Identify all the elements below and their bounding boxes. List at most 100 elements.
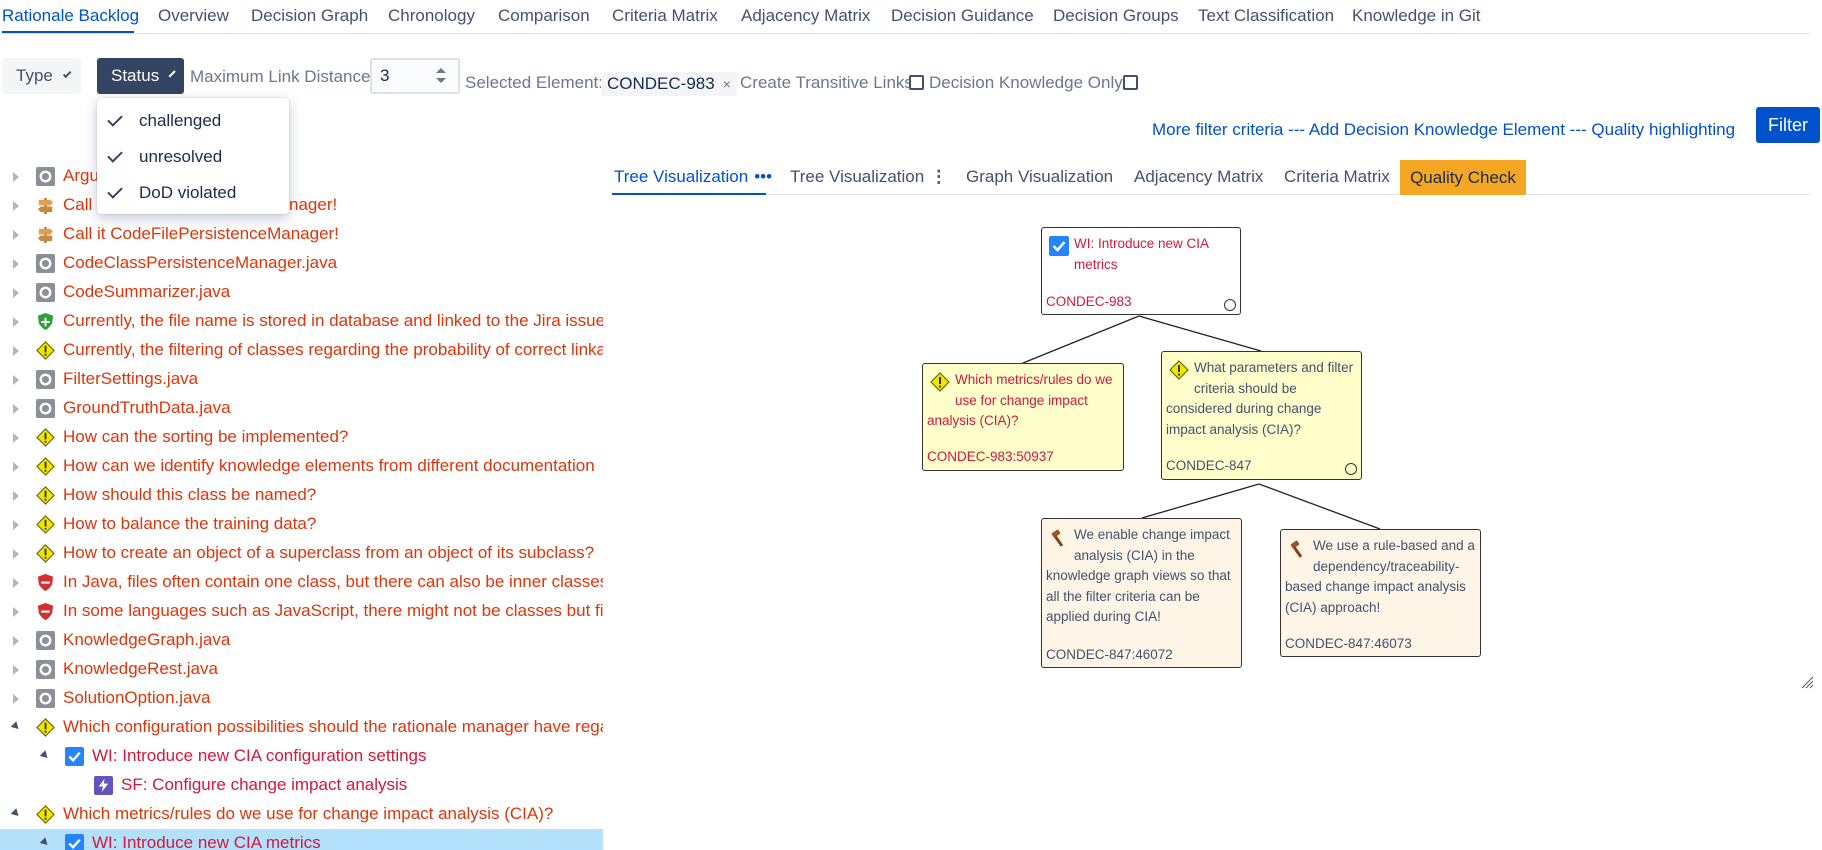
graph-node-work-item[interactable]: WI: Introduce new CIA metrics CONDEC-983 (1041, 227, 1241, 315)
tree-node[interactable]: WI: Introduce new CIA configuration sett… (0, 742, 603, 771)
tree-node-label[interactable]: CodeClassPersistenceManager.java (63, 253, 337, 273)
expand-icon[interactable] (13, 259, 19, 269)
collapse-icon[interactable] (10, 721, 22, 732)
tree-node-label[interactable]: Call i (63, 195, 101, 215)
nav-chronology[interactable]: Chronology (388, 6, 475, 26)
nav-rationale-backlog[interactable]: Rationale Backlog (2, 6, 139, 26)
tree-node-label[interactable]: How can the sorting be implemented? (63, 427, 348, 447)
tree-node-label[interactable]: Which metrics/rules do we use for change… (63, 804, 553, 824)
expand-icon[interactable] (13, 578, 19, 588)
expand-icon[interactable] (13, 665, 19, 675)
nav-text-classification[interactable]: Text Classification (1198, 6, 1334, 26)
tree-node[interactable]: KnowledgeRest.java (0, 655, 603, 684)
tab-tree-visualization-2[interactable]: Tree Visualization ⋮ (790, 167, 947, 187)
resize-handle-icon[interactable] (1800, 675, 1814, 689)
tree-node[interactable]: CodeSummarizer.java (0, 278, 603, 307)
tree-node-label[interactable]: Which configuration possibilities should… (63, 717, 603, 737)
tree-node-label[interactable]: How to balance the training data? (63, 514, 316, 534)
tree-node[interactable]: Call i nager! (0, 191, 603, 220)
nav-comparison[interactable]: Comparison (498, 6, 590, 26)
collapse-icon[interactable] (39, 837, 51, 848)
tab-criteria-matrix[interactable]: Criteria Matrix (1284, 167, 1390, 187)
expand-icon[interactable] (13, 636, 19, 646)
expand-icon[interactable] (13, 491, 19, 501)
expand-icon[interactable] (13, 520, 19, 530)
type-dropdown[interactable]: Type (2, 58, 81, 94)
tree-node[interactable]: Currently, the file name is stored in da… (0, 307, 603, 336)
tree-node[interactable]: In some languages such as JavaScript, th… (0, 597, 603, 626)
tree-node-label[interactable]: CodeSummarizer.java (63, 282, 230, 302)
expand-icon[interactable] (13, 317, 19, 327)
expand-icon[interactable] (13, 346, 19, 356)
tree-node-label[interactable]: In some languages such as JavaScript, th… (63, 601, 603, 621)
expand-icon[interactable] (13, 462, 19, 472)
expand-icon[interactable] (13, 288, 19, 298)
graph-node-decision[interactable]: We use a rule-based and a dependency/tra… (1280, 529, 1481, 657)
expand-icon[interactable] (13, 375, 19, 385)
stepper-down-icon[interactable] (436, 78, 446, 83)
tree-node[interactable]: Argu (0, 162, 603, 191)
tree-node[interactable]: SF: Configure change impact analysis (0, 771, 603, 800)
nav-overview[interactable]: Overview (158, 6, 229, 26)
graph-node-issue[interactable]: What parameters and filter criteria shou… (1161, 351, 1362, 480)
number-stepper[interactable] (432, 63, 452, 89)
add-decision-knowledge-element-link[interactable]: Add Decision Knowledge Element (1309, 120, 1565, 139)
tree-node[interactable]: Call it CodeFilePersistenceManager! (0, 220, 603, 249)
graph-node-decision[interactable]: We enable change impact analysis (CIA) i… (1041, 518, 1242, 668)
graph-node-issue[interactable]: Which metrics/rules do we use for change… (922, 363, 1124, 471)
status-option-unresolved[interactable]: unresolved (97, 139, 289, 175)
expand-icon[interactable] (13, 201, 19, 211)
tree-node-label[interactable]: In Java, files often contain one class, … (63, 572, 603, 592)
tab-tree-visualization[interactable]: Tree Visualization ••• (614, 167, 772, 187)
tree-node-label-tail[interactable]: nager! (289, 195, 337, 215)
tree-node-label[interactable]: Call it CodeFilePersistenceManager! (63, 224, 339, 244)
quality-highlighting-link[interactable]: Quality highlighting (1591, 120, 1735, 139)
tree-node-label[interactable]: How can we identify knowledge elements f… (63, 456, 595, 476)
nav-decision-graph[interactable]: Decision Graph (251, 6, 368, 26)
create-transitive-links-checkbox[interactable] (909, 75, 924, 90)
status-dropdown[interactable]: Status (97, 58, 184, 94)
more-filter-criteria-link[interactable]: More filter criteria (1152, 120, 1283, 139)
nav-criteria-matrix[interactable]: Criteria Matrix (612, 6, 718, 26)
tab-graph-visualization[interactable]: Graph Visualization (966, 167, 1113, 187)
expand-icon[interactable] (13, 549, 19, 559)
circle-icon[interactable] (1224, 299, 1236, 311)
decision-knowledge-only-checkbox[interactable] (1123, 75, 1138, 90)
tree-node[interactable]: CodeClassPersistenceManager.java (0, 249, 603, 278)
close-icon[interactable]: × (723, 76, 731, 92)
expand-icon[interactable] (13, 607, 19, 617)
collapse-icon[interactable] (10, 808, 22, 819)
tree-node[interactable]: In Java, files often contain one class, … (0, 568, 603, 597)
filter-button[interactable]: Filter (1756, 107, 1820, 143)
status-option-challenged[interactable]: challenged (97, 103, 289, 139)
tree-node[interactable]: How should this class be named? (0, 481, 603, 510)
expand-icon[interactable] (13, 172, 19, 182)
tree-node[interactable]: GroundTruthData.java (0, 394, 603, 423)
tree-node[interactable]: Which configuration possibilities should… (0, 713, 603, 742)
tab-quality-check[interactable]: Quality Check (1400, 160, 1526, 195)
tree-node-label[interactable]: How to create an object of a superclass … (63, 543, 594, 563)
collapse-icon[interactable] (39, 750, 51, 761)
expand-icon[interactable] (13, 433, 19, 443)
tree-node-label[interactable]: Currently, the file name is stored in da… (63, 311, 603, 331)
tree-node-label[interactable]: GroundTruthData.java (63, 398, 231, 418)
tree-node-label[interactable]: How should this class be named? (63, 485, 316, 505)
circle-icon[interactable] (1345, 463, 1357, 475)
tree-node-label[interactable]: FilterSettings.java (63, 369, 198, 389)
more-horizontal-icon[interactable]: ••• (754, 167, 772, 187)
tree-node-label[interactable]: KnowledgeRest.java (63, 659, 218, 679)
nav-knowledge-in-git[interactable]: Knowledge in Git (1352, 6, 1481, 26)
tree-node[interactable]: SolutionOption.java (0, 684, 603, 713)
tree-node-label[interactable]: WI: Introduce new CIA configuration sett… (92, 746, 427, 766)
more-vertical-icon[interactable]: ⋮ (930, 167, 947, 187)
tree-node-label[interactable]: WI: Introduce new CIA metrics (92, 833, 321, 850)
tree-node-label[interactable]: Argu (63, 166, 99, 186)
tree-node[interactable]: Currently, the filtering of classes rega… (0, 336, 603, 365)
nav-decision-groups[interactable]: Decision Groups (1053, 6, 1179, 26)
nav-decision-guidance[interactable]: Decision Guidance (891, 6, 1034, 26)
tree-node[interactable]: How can we identify knowledge elements f… (0, 452, 603, 481)
tree-node-label[interactable]: KnowledgeGraph.java (63, 630, 230, 650)
tree-node[interactable]: How can the sorting be implemented? (0, 423, 603, 452)
nav-adjacency-matrix[interactable]: Adjacency Matrix (741, 6, 870, 26)
tab-adjacency-matrix[interactable]: Adjacency Matrix (1134, 167, 1263, 187)
